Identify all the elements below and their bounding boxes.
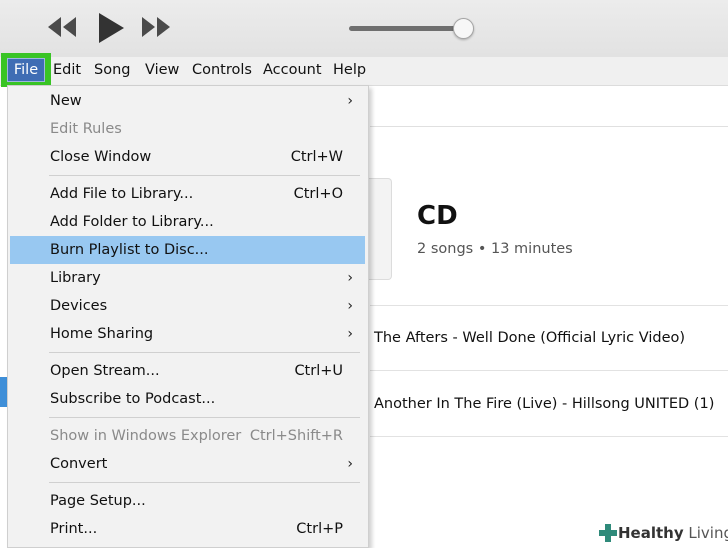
menu-item-print[interactable]: Print... Ctrl+P (10, 515, 365, 543)
menu-item-shortcut: Ctrl+O (293, 186, 343, 202)
menu-item-label: Add Folder to Library... (50, 214, 214, 230)
volume-slider[interactable] (349, 18, 474, 39)
watermark-text: Healthy Living (618, 524, 728, 542)
menu-controls[interactable]: Controls (192, 57, 252, 85)
menu-item-shortcut: Ctrl+Shift+R (249, 428, 343, 444)
menu-item-label: Burn Playlist to Disc... (50, 242, 209, 258)
menu-item-label: Edit Rules (50, 121, 122, 137)
menu-item-edit-rules: Edit Rules (10, 115, 365, 143)
song-title[interactable]: Another In The Fire (Live) - Hillsong UN… (374, 396, 714, 412)
menu-item-label: Subscribe to Podcast... (50, 391, 216, 407)
menu-view[interactable]: View (145, 57, 179, 85)
submenu-arrow-icon: › (347, 456, 353, 472)
menu-edit[interactable]: Edit (53, 57, 81, 85)
divider (370, 305, 728, 306)
menu-item-shortcut: Ctrl+P (296, 521, 343, 537)
menu-item-library[interactable]: Library › (10, 264, 365, 292)
album-subtitle: 2 songs • 13 minutes (417, 241, 573, 257)
menu-file-label: File (6, 58, 46, 82)
menu-song[interactable]: Song (94, 57, 130, 85)
menu-item-add-folder[interactable]: Add Folder to Library... (10, 208, 365, 236)
menu-item-convert[interactable]: Convert › (10, 450, 365, 478)
watermark: Healthy Living (596, 521, 728, 546)
menu-item-label: Library (50, 270, 101, 286)
menu-item-shortcut: Ctrl+U (294, 363, 343, 379)
menu-item-label: Show in Windows Explorer (50, 428, 242, 444)
menu-item-show-in-explorer: Show in Windows Explorer Ctrl+Shift+R (10, 422, 365, 450)
album-title: CD (417, 201, 458, 231)
menu-item-home-sharing[interactable]: Home Sharing › (10, 320, 365, 348)
menu-item-close-window[interactable]: Close Window Ctrl+W (10, 143, 365, 171)
plus-icon (599, 524, 617, 542)
menu-item-subscribe-podcast[interactable]: Subscribe to Podcast... (10, 385, 365, 413)
menu-separator (49, 352, 360, 353)
menu-bar: File Edit Song View Controls Account Hel… (0, 53, 728, 87)
menu-item-page-setup[interactable]: Page Setup... (10, 487, 365, 515)
menu-item-label: Home Sharing (50, 326, 154, 342)
menu-item-open-stream[interactable]: Open Stream... Ctrl+U (10, 357, 365, 385)
menu-item-new[interactable]: New › (10, 87, 365, 115)
divider (370, 436, 728, 437)
menu-item-shortcut: Ctrl+W (290, 149, 343, 165)
menu-separator (49, 417, 360, 418)
menu-item-label: Devices (50, 298, 108, 314)
player-toolbar (0, 0, 728, 57)
menu-account[interactable]: Account (263, 57, 322, 85)
play-icon[interactable] (96, 12, 126, 44)
menu-separator (49, 482, 360, 483)
selection-indicator (0, 377, 7, 407)
previous-icon[interactable] (47, 16, 77, 38)
menu-item-label: Open Stream... (50, 363, 160, 379)
divider (370, 126, 728, 127)
submenu-arrow-icon: › (347, 270, 353, 286)
divider (370, 370, 728, 371)
menu-item-add-file[interactable]: Add File to Library... Ctrl+O (10, 180, 365, 208)
menu-item-label: Print... (50, 521, 98, 537)
song-title[interactable]: The Afters - Well Done (Official Lyric V… (374, 330, 685, 346)
file-menu-dropdown: New › Edit Rules Close Window Ctrl+W Add… (7, 85, 369, 548)
volume-knob[interactable] (453, 18, 474, 39)
next-icon[interactable] (141, 16, 171, 38)
submenu-arrow-icon: › (347, 93, 353, 109)
menu-item-label: Close Window (50, 149, 152, 165)
submenu-arrow-icon: › (347, 326, 353, 342)
menu-item-label: Add File to Library... (50, 186, 194, 202)
menu-help[interactable]: Help (333, 57, 366, 85)
menu-item-label: Convert (50, 456, 108, 472)
menu-item-burn-playlist[interactable]: Burn Playlist to Disc... (10, 236, 365, 264)
menu-file[interactable]: File (1, 53, 51, 87)
menu-item-label: New (50, 93, 82, 109)
menu-item-devices[interactable]: Devices › (10, 292, 365, 320)
menu-item-label: Page Setup... (50, 493, 146, 509)
menu-separator (49, 175, 360, 176)
submenu-arrow-icon: › (347, 298, 353, 314)
